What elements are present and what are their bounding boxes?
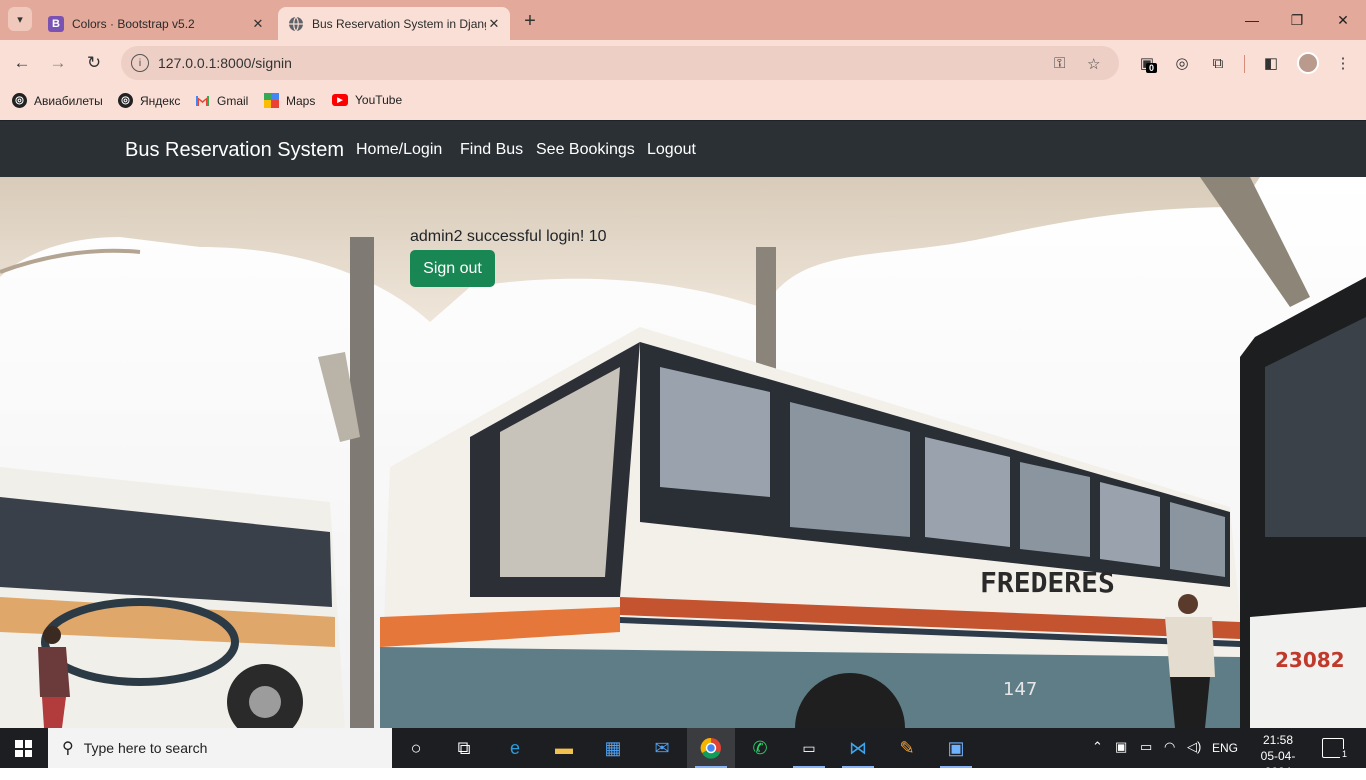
paint-icon[interactable]: ✎	[883, 728, 931, 768]
arrow-left-icon: ←	[13, 53, 31, 72]
side-panel-icon: ◧	[1263, 55, 1279, 72]
edge-icon[interactable]: e	[491, 728, 539, 768]
language-indicator[interactable]: ENG	[1212, 741, 1238, 755]
tab-bus-reservation[interactable]: Bus Reservation System in Django ✕	[278, 7, 510, 40]
nav-find-bus[interactable]: Find Bus	[460, 141, 523, 159]
notification-center-button[interactable]: 1	[1322, 738, 1349, 759]
bookmark-star-icon[interactable]: ☆	[1087, 55, 1100, 73]
tab-title: Bus Reservation System in Django	[312, 16, 486, 31]
bookmark-aviabilety[interactable]: ◎ Авиабилеты	[12, 93, 103, 108]
taskbar-clock[interactable]: 21:58 05-04-2024	[1248, 732, 1308, 780]
address-url[interactable]: 127.0.0.1:8000/signin	[158, 55, 292, 71]
sign-out-button[interactable]: Sign out	[410, 250, 495, 287]
photos-icon[interactable]: ▣	[932, 728, 980, 768]
volume-icon[interactable]: ◁)	[1187, 739, 1201, 755]
bookmark-label: Gmail	[217, 93, 249, 108]
bookmarks-bar: ◎ Авиабилеты ◎ Яндекс Gmail Maps ▶ YouTu…	[0, 86, 1366, 120]
tab-bar: ▾ B Colors · Bootstrap v5.2 ✕ Bus Reserv…	[0, 0, 1366, 40]
media-icon: ◎	[1175, 55, 1189, 72]
windows-start-button[interactable]	[15, 740, 32, 757]
task-view-icon[interactable]: ⧉	[440, 728, 488, 768]
maximize-button[interactable]: ❐	[1282, 8, 1312, 32]
mail-icon[interactable]: ✉	[638, 728, 686, 768]
whatsapp-icon[interactable]: ✆	[736, 728, 784, 768]
taskbar-search-box[interactable]: ⚲ Type here to search	[48, 728, 392, 768]
clock-date: 05-04-2024	[1260, 749, 1296, 779]
globe-icon: ◎	[118, 93, 133, 108]
bookmark-maps[interactable]: Maps	[264, 93, 315, 108]
clock-time: 21:58	[1262, 733, 1294, 747]
puzzle-icon: ⧉	[1212, 54, 1224, 72]
tab-bootstrap-colors[interactable]: B Colors · Bootstrap v5.2 ✕	[38, 7, 274, 40]
new-tab-button[interactable]: +	[518, 9, 542, 33]
extensions-menu-button[interactable]: ⧉	[1208, 53, 1228, 73]
bootstrap-icon: B	[48, 15, 64, 32]
bus-lettering: FREDERES	[980, 566, 1115, 599]
nav-home-login[interactable]: Home/Login	[356, 141, 442, 159]
windows-taskbar: ⚲ Type here to search ○ ⧉ e ▬ ▦ ✉ ✆ ▭ ⋈ …	[0, 728, 1366, 779]
extension-badge: 0	[1146, 63, 1158, 73]
site-brand[interactable]: Bus Reservation System	[125, 139, 344, 162]
tab-search-button[interactable]: ▾	[8, 7, 32, 31]
globe-icon: ◎	[12, 93, 27, 108]
bookmark-yandex[interactable]: ◎ Яндекс	[118, 93, 180, 108]
reload-button[interactable]: ↻	[82, 51, 106, 75]
reload-icon: ↻	[86, 53, 102, 72]
wifi-icon[interactable]: ◠	[1164, 739, 1175, 755]
network-status-icon[interactable]: ▣	[1115, 739, 1127, 755]
show-hidden-icons-icon[interactable]: ⌃	[1092, 739, 1103, 755]
login-success-message: admin2 successful login! 10	[410, 228, 607, 245]
chrome-icon[interactable]	[687, 728, 735, 768]
bookmark-label: Maps	[286, 93, 316, 108]
site-info-icon[interactable]: i	[131, 54, 149, 72]
terminal-icon[interactable]: ▭	[785, 728, 833, 768]
side-panel-button[interactable]: ◧	[1261, 53, 1281, 73]
globe-icon	[288, 16, 304, 32]
media-button[interactable]: ◎	[1172, 53, 1192, 73]
bus-plate: 147	[1003, 679, 1037, 700]
nav-logout[interactable]: Logout	[647, 141, 696, 159]
vscode-icon[interactable]: ⋈	[834, 728, 882, 768]
extension-button[interactable]: ▣ 0	[1137, 53, 1158, 73]
bookmark-youtube[interactable]: ▶ YouTube	[332, 93, 402, 107]
gmail-icon	[195, 93, 210, 108]
notification-count: 1	[1339, 749, 1349, 759]
address-bar[interactable]: i 127.0.0.1:8000/signin ⚿ ☆	[121, 46, 1119, 80]
search-placeholder: Type here to search	[83, 740, 208, 756]
bus-number: 23082	[1275, 648, 1345, 672]
chevron-down-icon: ▾	[17, 13, 23, 26]
more-vertical-icon: ⋮	[1335, 55, 1351, 72]
toolbar-divider	[1244, 55, 1245, 73]
key-icon[interactable]: ⚿	[1054, 55, 1065, 72]
close-tab-icon[interactable]: ✕	[486, 16, 502, 32]
close-tab-icon[interactable]: ✕	[250, 16, 266, 32]
store-icon[interactable]: ▦	[589, 728, 637, 768]
arrow-right-icon: →	[49, 53, 67, 72]
nav-see-bookings[interactable]: See Bookings	[536, 141, 635, 159]
back-button[interactable]: ←	[10, 51, 34, 75]
battery-icon[interactable]: ▭	[1140, 739, 1152, 755]
file-explorer-icon[interactable]: ▬	[540, 728, 588, 768]
maps-icon	[264, 93, 279, 108]
web-page: FREDERES 147 23082 Bus Reservation Syste…	[0, 120, 1366, 728]
browser-menu-button[interactable]: ⋮	[1333, 53, 1353, 73]
search-icon: ⚲	[62, 740, 74, 757]
browser-toolbar: ← → ↻ i 127.0.0.1:8000/signin ⚿ ☆ ▣ 0 ◎ …	[0, 40, 1366, 86]
hero-bus-image: FREDERES 147 23082	[0, 177, 1366, 728]
site-navbar: Bus Reservation System Home/Login Find B…	[0, 120, 1366, 177]
cortana-icon[interactable]: ○	[392, 728, 440, 768]
bookmark-label: YouTube	[355, 93, 403, 107]
bookmark-gmail[interactable]: Gmail	[195, 93, 248, 108]
close-window-button[interactable]: ✕	[1328, 8, 1358, 32]
tab-title: Colors · Bootstrap v5.2	[72, 16, 195, 31]
bookmark-label: Яндекс	[140, 93, 181, 108]
minimize-button[interactable]: —	[1237, 8, 1267, 32]
youtube-icon: ▶	[332, 94, 348, 106]
forward-button[interactable]: →	[46, 51, 70, 75]
bookmark-label: Авиабилеты	[34, 93, 103, 108]
profile-avatar[interactable]	[1297, 52, 1319, 74]
